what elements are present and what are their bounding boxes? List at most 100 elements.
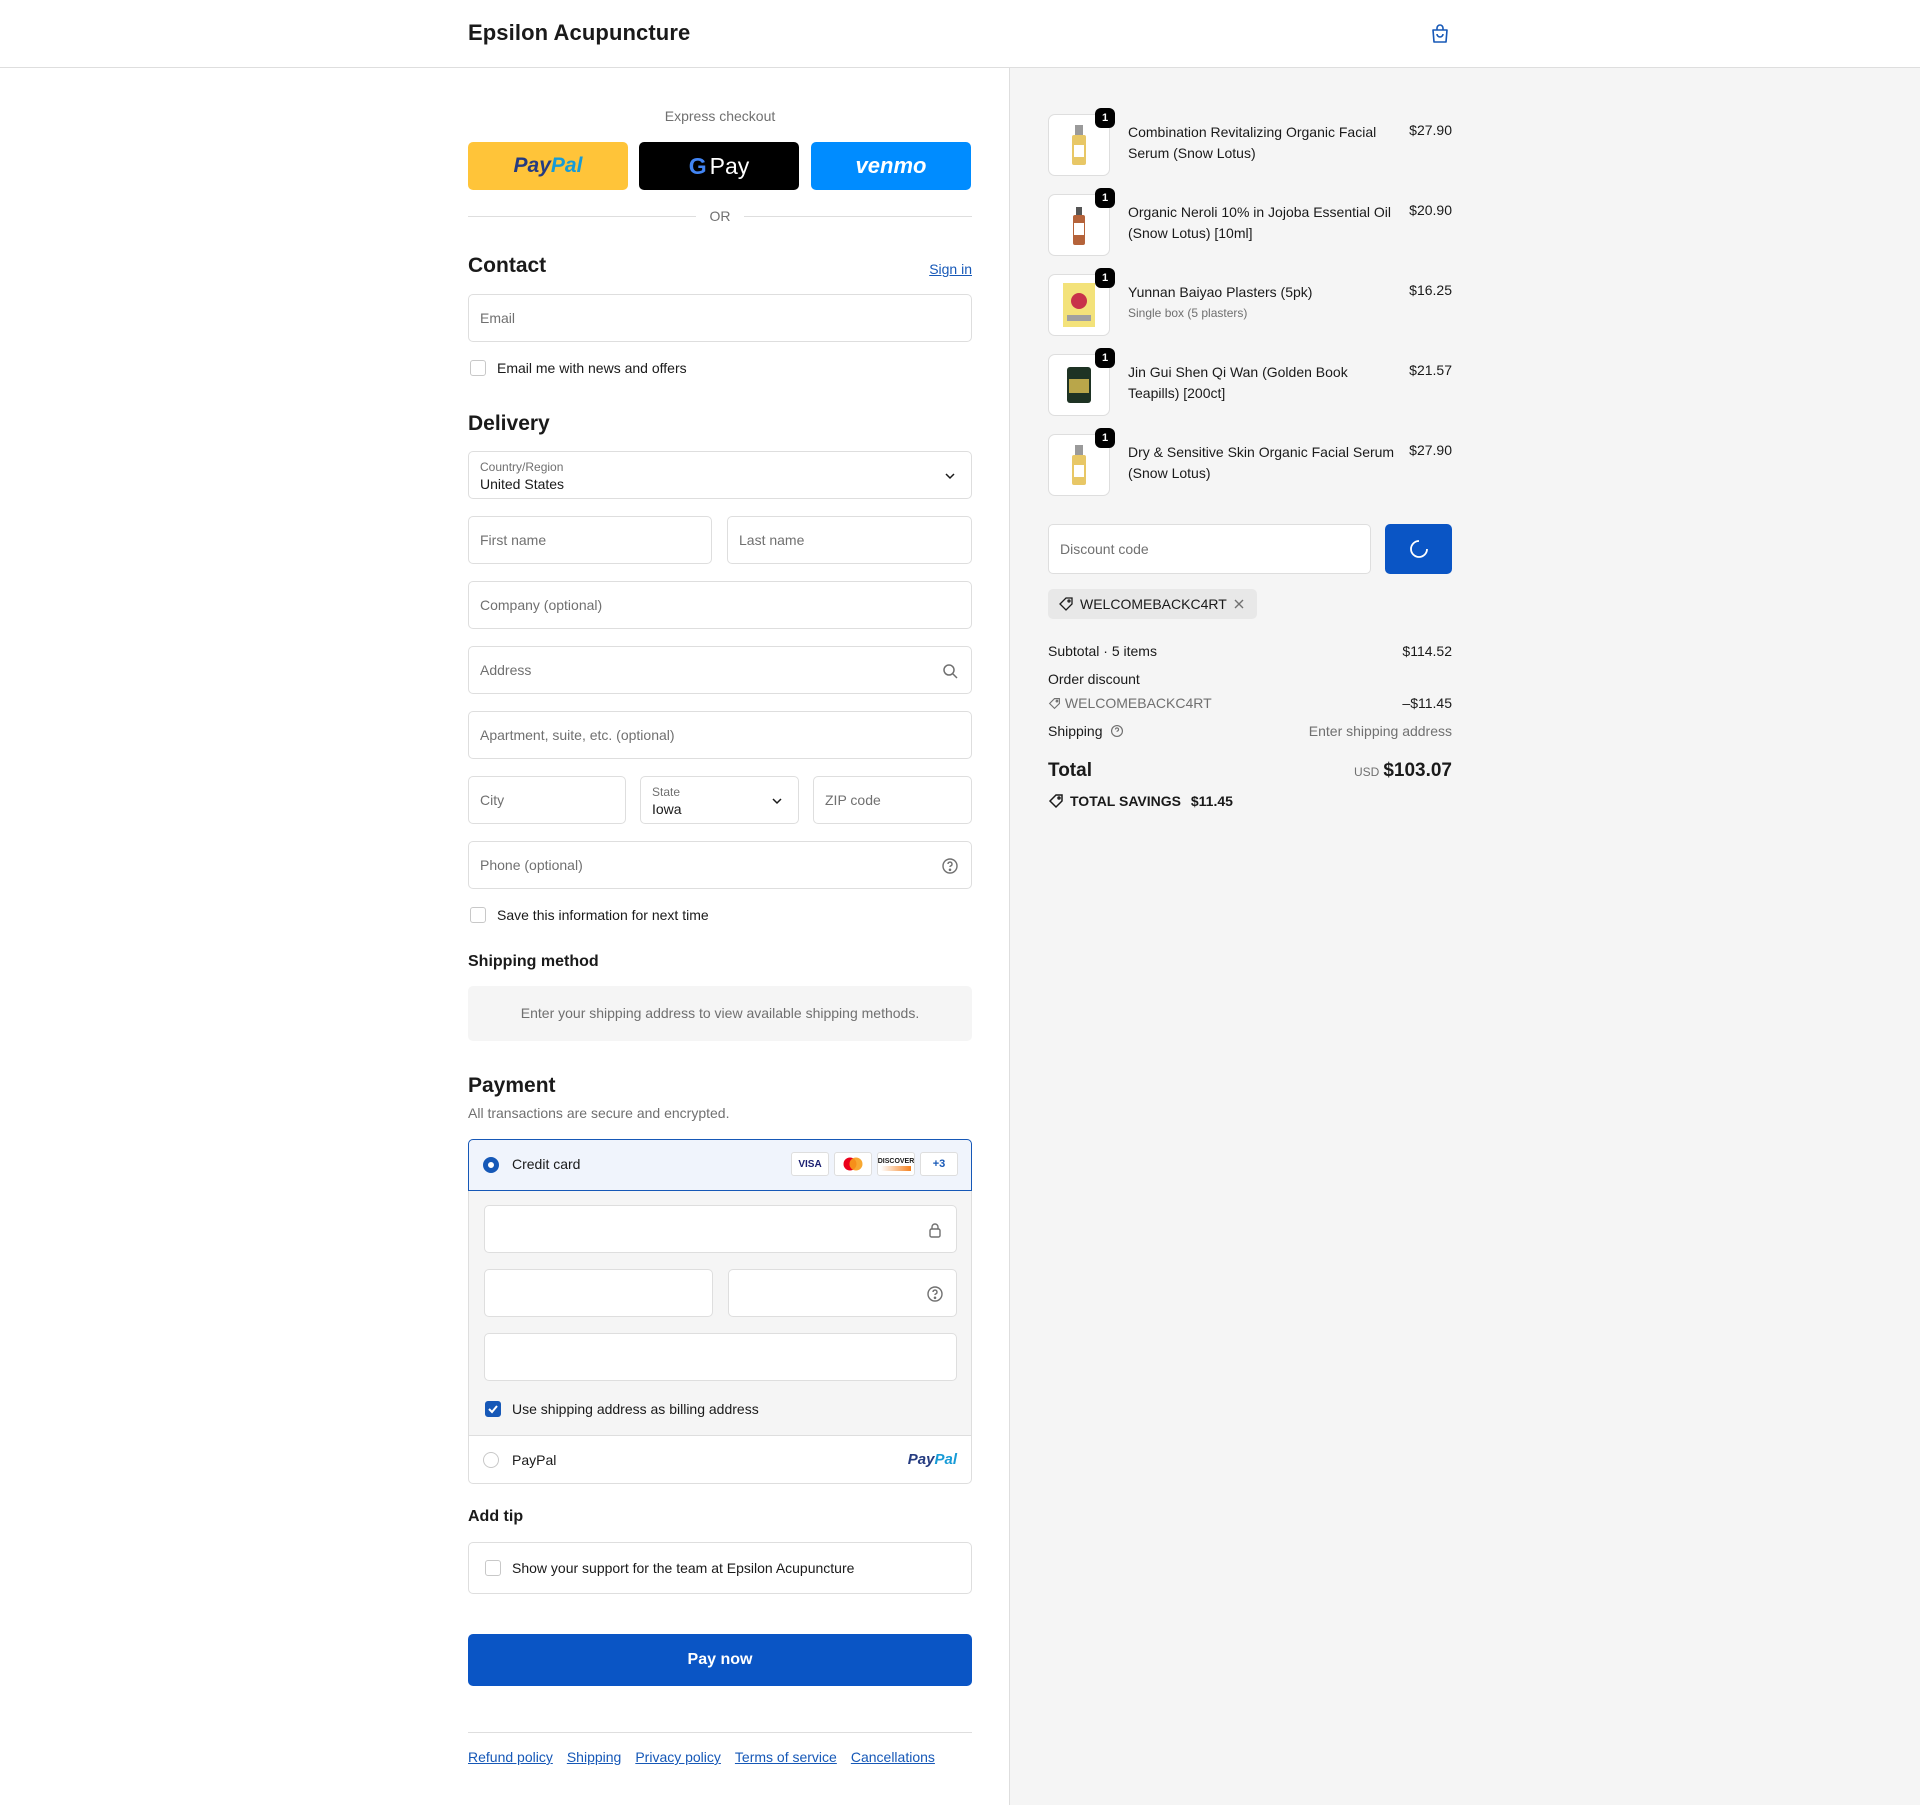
tip-checkbox[interactable] [485,1560,501,1576]
applied-discount-chip: WELCOMEBACKC4RT [1048,589,1257,619]
paypal-option-label: PayPal [512,1452,557,1468]
total-row: Total USD $103.07 [1048,760,1452,790]
shipping-method-heading: Shipping method [468,953,599,970]
item-variant: Single box (5 plasters) [1128,306,1248,320]
venmo-logo: venmo [855,153,927,178]
delivery-heading: Delivery [468,412,550,435]
payment-subtitle: All transactions are secure and encrypte… [468,1105,730,1121]
privacy-policy-link[interactable]: Privacy policy [635,1749,721,1765]
google-g-icon: G [688,152,707,179]
shopping-bag-icon[interactable] [1428,22,1452,46]
gpay-label: Pay [709,152,750,179]
last-name-placeholder: Last name [739,532,805,548]
paypal-option[interactable]: PayPal PayPal [469,1436,971,1484]
country-select[interactable]: Country/Region United States [468,451,972,499]
cart-item: 1 Jin Gui Shen Qi Wan (Golden Book Teapi… [1048,348,1452,420]
applied-discount-code: WELCOMEBACKC4RT [1080,596,1227,612]
zip-placeholder: ZIP code [825,792,881,808]
address-field[interactable]: Address [468,646,972,694]
card-number-field[interactable] [484,1205,957,1253]
product-thumbnail: 1 [1048,108,1115,176]
cart-item: 1 Combination Revitalizing Organic Facia… [1048,108,1452,180]
total-label: Total [1048,760,1092,781]
search-icon [943,664,958,679]
news-checkbox[interactable] [470,360,486,376]
address-placeholder: Address [480,662,532,678]
store-brand[interactable]: Epsilon Acupuncture [468,20,690,46]
total-savings-label: TOTAL SAVINGS [1070,793,1181,809]
first-name-placeholder: First name [480,532,547,548]
discount-value: –$11.45 [1402,695,1452,711]
security-code-field[interactable] [728,1269,957,1317]
pay-now-button[interactable]: Pay now [468,1634,972,1686]
express-checkout-label: Express checkout [664,108,776,124]
discount-code-name: WELCOMEBACKC4RT [1064,695,1212,711]
item-price: $27.90 [1409,442,1452,458]
venmo-button[interactable]: venmo [811,142,971,190]
credit-card-radio[interactable] [483,1157,499,1173]
remove-discount-icon[interactable] [1233,598,1245,610]
footer-divider [468,1732,972,1733]
phone-field[interactable]: Phone (optional) [468,841,972,889]
paypal-express-button[interactable]: PayPal [468,142,628,190]
discount-code-placeholder: Discount code [1060,541,1149,557]
shipping-row: Shipping Enter shipping address [1048,723,1452,739]
apartment-field[interactable]: Apartment, suite, etc. (optional) [468,711,972,759]
first-name-field[interactable]: First name [468,516,712,564]
help-circle-icon[interactable] [926,1285,944,1303]
chevron-down-icon [945,473,955,480]
product-thumbnail: 1 [1048,428,1115,496]
save-info-checkbox[interactable] [470,907,486,923]
tag-icon [1059,597,1073,611]
help-circle-icon[interactable] [1110,724,1124,738]
paypal-logo: PayPal [908,1451,957,1468]
tip-label: Show your support for the team at Epsilo… [512,1560,855,1576]
country-value: United States [480,476,565,492]
shipping-link[interactable]: Shipping [567,1749,622,1765]
name-on-card-field[interactable] [484,1333,957,1381]
cancellations-link[interactable]: Cancellations [851,1749,935,1765]
apply-discount-button[interactable] [1385,524,1452,574]
refund-policy-link[interactable]: Refund policy [468,1749,553,1765]
visa-icon: VISA [791,1152,829,1176]
currency-code: USD [1353,765,1380,779]
last-name-field[interactable]: Last name [727,516,972,564]
paypal-logo-pal: Pal [934,1451,957,1468]
quantity-badge: 1 [1095,348,1115,368]
city-placeholder: City [480,792,505,808]
product-thumbnail: 1 [1048,348,1115,416]
product-thumbnail: 1 [1048,188,1115,256]
terms-of-service-link[interactable]: Terms of service [735,1749,837,1765]
company-field[interactable]: Company (optional) [468,581,972,629]
order-discount-row: Order discount [1048,671,1452,687]
item-name: Combination Revitalizing Organic Facial … [1128,124,1377,161]
country-label: Country/Region [480,460,564,474]
city-field[interactable]: City [468,776,626,824]
item-price: $21.57 [1409,362,1452,378]
more-cards-badge: +3 [920,1152,958,1176]
billing-address-checkbox[interactable] [485,1401,501,1417]
state-select[interactable]: State Iowa [640,776,799,824]
paypal-logo-pay: Pay [513,154,551,177]
discount-code-field[interactable]: Discount code [1048,524,1371,574]
paypal-radio[interactable] [483,1452,499,1468]
help-circle-icon[interactable] [941,857,959,875]
product-thumbnail: 1 [1048,268,1115,336]
add-tip-heading: Add tip [468,1508,524,1525]
phone-placeholder: Phone (optional) [480,857,583,873]
total-value: $103.07 [1383,760,1452,781]
news-label: Email me with news and offers [497,360,687,376]
zip-field[interactable]: ZIP code [813,776,972,824]
item-name: Jin Gui Shen Qi Wan (Golden Book Teapill… [1128,364,1348,401]
item-price: $20.90 [1409,202,1452,218]
loading-spinner-icon [1409,540,1428,558]
credit-card-option[interactable]: Credit card VISA DISCOVER +3 [468,1139,972,1191]
expiration-date-field[interactable] [484,1269,713,1317]
total-savings-value: $11.45 [1190,793,1233,809]
shipping-value: Enter shipping address [1308,723,1452,739]
google-pay-button[interactable]: G Pay [639,142,799,190]
sign-in-link[interactable]: Sign in [929,261,972,277]
email-field[interactable]: Email [468,294,972,342]
tip-option[interactable]: Show your support for the team at Epsilo… [468,1542,972,1594]
item-name: Organic Neroli 10% in Jojoba Essential O… [1128,204,1392,241]
